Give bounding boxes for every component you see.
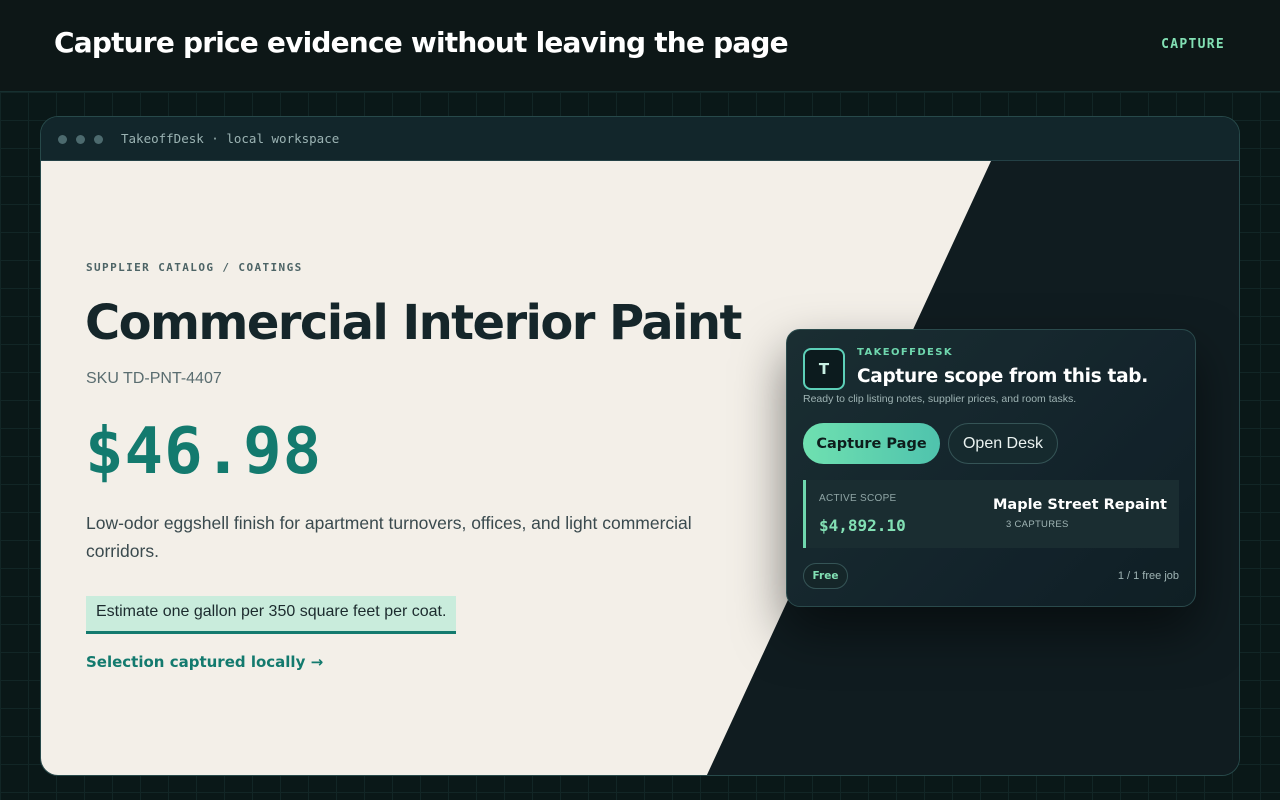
product-title: Commercial Interior Paint <box>85 295 742 351</box>
open-desk-button[interactable]: Open Desk <box>948 423 1058 464</box>
product-sku: SKU TD-PNT-4407 <box>86 370 222 387</box>
breadcrumb: SUPPLIER CATALOG / COATINGS <box>86 261 303 274</box>
page-headline: Capture price evidence without leaving t… <box>54 26 789 59</box>
selection-captured-link[interactable]: Selection captured locally → <box>86 653 323 671</box>
panel-tagline: Capture scope from this tab. <box>857 366 1148 387</box>
window-titlebar: TakeoffDesk · local workspace <box>41 117 1239 161</box>
plan-badge: Free <box>803 563 848 589</box>
window-dot-maximize[interactable] <box>94 135 103 144</box>
browser-window: TakeoffDesk · local workspace SUPPLIER C… <box>40 116 1240 776</box>
window-dot-close[interactable] <box>58 135 67 144</box>
window-content: SUPPLIER CATALOG / COATINGS Commercial I… <box>41 161 1239 775</box>
usage-text: 1 / 1 free job <box>1117 570 1179 582</box>
highlighted-selection[interactable]: Estimate one gallon per 350 square feet … <box>86 596 457 634</box>
top-bar: Capture price evidence without leaving t… <box>0 0 1280 92</box>
scope-value: $4,892.10 <box>819 516 906 535</box>
capture-page-button[interactable]: Capture Page <box>803 423 940 464</box>
capture-panel: T TAKEOFFDESK Capture scope from this ta… <box>786 329 1196 607</box>
active-scope-card[interactable]: ACTIVE SCOPE $4,892.10 Maple Street Repa… <box>803 480 1179 548</box>
scope-name: Maple Street Repaint <box>992 497 1167 513</box>
nav-capture-link[interactable]: CAPTURE <box>1161 37 1225 52</box>
panel-brand: TAKEOFFDESK <box>857 347 954 358</box>
takeoffdesk-logo-icon: T <box>803 348 845 390</box>
scope-capture-count: 3 CAPTURES <box>1006 519 1069 530</box>
product-description: Low-odor eggshell finish for apartment t… <box>86 513 692 561</box>
scope-label: ACTIVE SCOPE <box>819 493 897 504</box>
panel-subtitle: Ready to clip listing notes, supplier pr… <box>803 393 1077 405</box>
window-title: TakeoffDesk · local workspace <box>121 131 340 146</box>
window-dot-minimize[interactable] <box>76 135 85 144</box>
product-price: $46.98 <box>85 415 323 489</box>
